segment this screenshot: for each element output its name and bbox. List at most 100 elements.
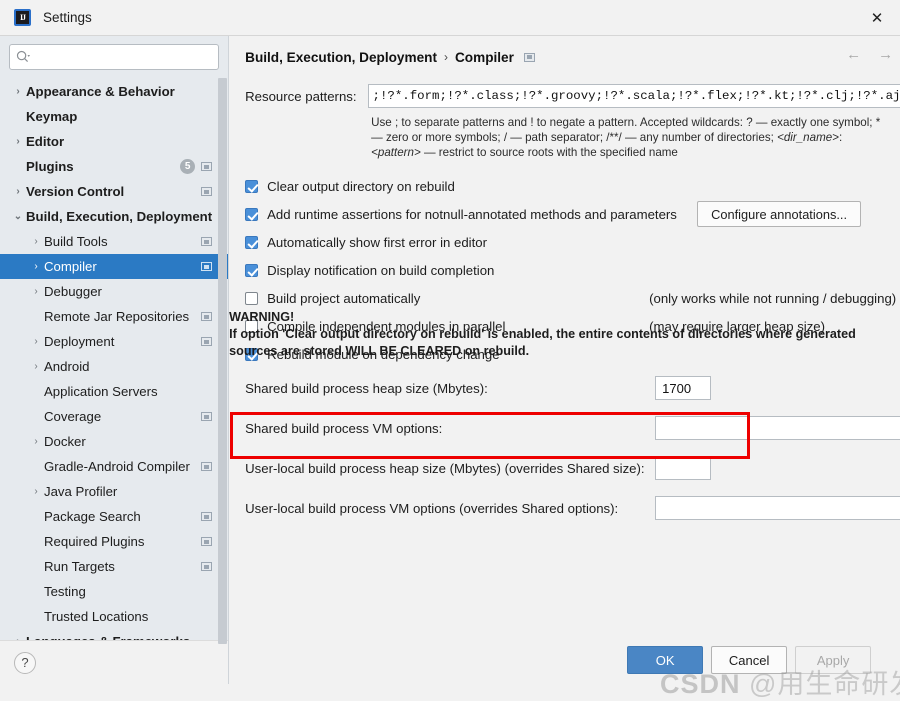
configure-annotations-button[interactable]: Configure annotations... xyxy=(697,201,862,227)
breadcrumb-root[interactable]: Build, Execution, Deployment xyxy=(245,50,437,65)
sidebar-item-coverage[interactable]: Coverage xyxy=(0,404,228,429)
project-scope-icon xyxy=(201,312,213,321)
chevron-right-icon[interactable]: › xyxy=(10,86,26,97)
chevron-right-icon[interactable]: › xyxy=(28,361,44,372)
checkbox-row[interactable]: Clear output directory on rebuild xyxy=(245,172,900,200)
sidebar-item-label: Java Profiler xyxy=(44,484,118,499)
sidebar-scrollbar[interactable] xyxy=(218,78,228,644)
sidebar-item-version-control[interactable]: › Version Control xyxy=(0,179,228,204)
resource-patterns-input[interactable]: ;!?*.form;!?*.class;!?*.groovy;!?*.scala… xyxy=(367,84,900,108)
chevron-right-icon[interactable]: › xyxy=(28,286,44,297)
sidebar-item-build-tools[interactable]: › Build Tools xyxy=(0,229,228,254)
compiler-settings-pane: Resource patterns: ;!?*.form;!?*.class;!… xyxy=(229,66,900,636)
sidebar-item-label: Languages & Frameworks xyxy=(26,634,212,640)
project-scope-icon xyxy=(201,237,213,246)
sidebar-item-languages-frameworks[interactable]: ›Languages & Frameworks xyxy=(0,629,228,640)
resource-patterns-row: Resource patterns: ;!?*.form;!?*.class;!… xyxy=(245,84,900,108)
chevron-right-icon[interactable]: › xyxy=(28,236,44,247)
hint-dir-name: <dir_name> xyxy=(777,131,839,144)
sidebar-item-label: Run Targets xyxy=(44,559,115,574)
search-box[interactable] xyxy=(9,44,220,70)
warning-line-2: sources are stored WILL BE CLEARED on re… xyxy=(229,344,530,358)
project-scope-icon xyxy=(201,412,213,421)
search-input[interactable] xyxy=(33,50,213,64)
sidebar-item-android[interactable]: › Android xyxy=(0,354,228,379)
sidebar-item-testing[interactable]: Testing xyxy=(0,579,228,604)
plugin-update-badge: 5 xyxy=(180,159,196,174)
field-label: Shared build process heap size (Mbytes): xyxy=(245,380,488,396)
sidebar-item-run-targets[interactable]: Run Targets xyxy=(0,554,228,579)
sidebar-item-package-search[interactable]: Package Search xyxy=(0,504,228,529)
sidebar-item-label: Package Search xyxy=(44,509,141,524)
chevron-right-icon[interactable]: › xyxy=(28,261,44,272)
close-icon[interactable]: ✕ xyxy=(854,0,900,35)
forward-arrow-icon[interactable]: → xyxy=(878,46,893,63)
checkbox-checked-icon[interactable] xyxy=(245,207,259,221)
checkbox-checked-icon[interactable] xyxy=(245,235,259,249)
field-label: Shared build process VM options: xyxy=(245,420,443,436)
project-scope-icon xyxy=(201,337,213,346)
checkbox-label: Add runtime assertions for notnull-annot… xyxy=(267,206,677,222)
project-scope-icon xyxy=(201,162,213,171)
project-scope-icon xyxy=(201,187,213,196)
settings-sidebar: › Appearance & Behavior Keymap › Editor Plugi… xyxy=(0,36,230,684)
sidebar-item-build-execution-deployment[interactable]: ⌄ Build, Execution, Deployment xyxy=(0,204,228,229)
chevron-right-icon[interactable]: › xyxy=(10,136,26,147)
checkbox-checked-icon[interactable] xyxy=(245,263,259,277)
sidebar-item-deployment[interactable]: › Deployment xyxy=(0,329,228,354)
project-scope-icon xyxy=(201,537,213,546)
window-titlebar: IJ Settings ✕ xyxy=(0,0,900,36)
chevron-right-icon[interactable]: › xyxy=(10,636,26,640)
sidebar-item-plugins[interactable]: Plugins 5 xyxy=(0,154,228,179)
sidebar-item-editor[interactable]: › Editor xyxy=(0,129,228,154)
project-scope-icon xyxy=(201,562,213,571)
back-arrow-icon[interactable]: ← xyxy=(846,46,861,63)
sidebar-item-label: Required Plugins xyxy=(44,534,145,549)
checkbox-checked-icon[interactable] xyxy=(245,179,259,193)
sidebar-item-java-profiler[interactable]: › Java Profiler xyxy=(0,479,228,504)
sidebar-item-required-plugins[interactable]: Required Plugins xyxy=(0,529,228,554)
sidebar-item-compiler[interactable]: › Compiler xyxy=(0,254,229,279)
breadcrumb-leaf: Compiler xyxy=(454,49,514,65)
sidebar-item-label: Version Control xyxy=(26,184,125,199)
sidebar-item-keymap[interactable]: Keymap xyxy=(0,104,228,129)
chevron-right-icon[interactable]: › xyxy=(10,186,26,197)
field-input[interactable]: ◢ xyxy=(655,496,900,520)
ok-button[interactable]: OK xyxy=(627,646,704,674)
sidebar-item-label: Appearance & Behavior xyxy=(26,84,175,99)
checkbox-row[interactable]: Add runtime assertions for notnull-annot… xyxy=(245,200,900,228)
breadcrumb-separator: › xyxy=(443,50,448,64)
chevron-down-icon[interactable]: ⌄ xyxy=(10,211,26,222)
settings-tree[interactable]: › Appearance & Behavior Keymap › Editor Plugi… xyxy=(0,77,229,640)
sidebar-item-label: Build Tools xyxy=(44,234,108,249)
chevron-right-icon[interactable]: › xyxy=(28,336,44,347)
sidebar-item-label: Docker xyxy=(44,434,86,449)
field-input[interactable] xyxy=(655,456,712,480)
field-input[interactable]: 1700 xyxy=(655,376,712,400)
sidebar-item-appearance-behavior[interactable]: › Appearance & Behavior xyxy=(0,79,228,104)
compiler-field-list: Shared build process heap size (Mbytes):… xyxy=(245,368,900,528)
warning-block: WARNING! If option 'Clear output directo… xyxy=(229,309,856,360)
chevron-right-icon[interactable]: › xyxy=(28,486,44,497)
cancel-button[interactable]: Cancel xyxy=(711,646,788,674)
sidebar-item-application-servers[interactable]: Application Servers xyxy=(0,379,228,404)
sidebar-footer: ? xyxy=(0,640,229,684)
checkbox-unchecked-icon[interactable] xyxy=(245,291,259,305)
checkbox-label: Automatically show first error in editor xyxy=(267,234,487,250)
sidebar-item-label: Debugger xyxy=(44,284,102,299)
settings-content: Build, Execution, Deployment › Compiler … xyxy=(229,36,900,684)
checkbox-row[interactable]: Display notification on build completion xyxy=(245,256,900,284)
sidebar-item-trusted-locations[interactable]: Trusted Locations xyxy=(0,604,228,629)
sidebar-item-docker[interactable]: › Docker xyxy=(0,429,228,454)
field-input[interactable]: ◢ xyxy=(655,416,900,440)
sidebar-item-remote-jar-repositories[interactable]: Remote Jar Repositories xyxy=(0,304,228,329)
help-icon[interactable]: ? xyxy=(14,651,36,674)
chevron-right-icon[interactable]: › xyxy=(28,436,44,447)
checkbox-label: Build project automatically xyxy=(267,290,421,306)
checkbox-row[interactable]: Automatically show first error in editor xyxy=(245,228,900,256)
checkbox-row[interactable]: Build project automatically (only works w… xyxy=(245,284,900,312)
apply-button[interactable]: Apply xyxy=(795,646,872,674)
sidebar-item-debugger[interactable]: › Debugger xyxy=(0,279,228,304)
project-scope-icon xyxy=(201,262,213,271)
sidebar-item-gradle-android-compiler[interactable]: Gradle-Android Compiler xyxy=(0,454,228,479)
